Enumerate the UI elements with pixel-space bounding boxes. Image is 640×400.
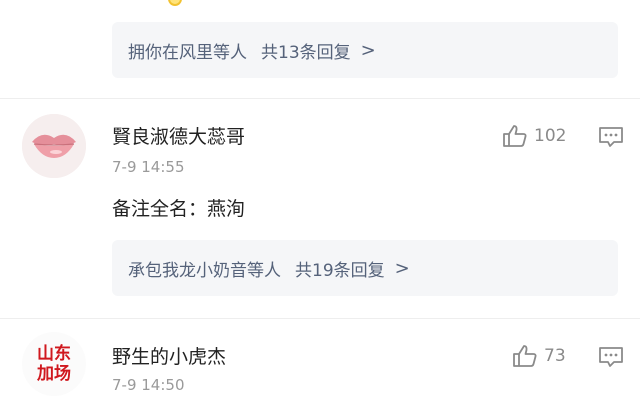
reply-users: 拥你在风里等人 [128,42,247,63]
thumbs-up-icon [503,125,527,147]
divider [0,98,640,99]
username[interactable]: 賢良淑德大蕊哥 [112,122,245,149]
divider [0,318,640,319]
reply-users: 承包我龙小奶音等人 [128,260,281,281]
username[interactable]: 野生的小虎杰 [112,342,226,369]
thumbs-up-icon [513,345,537,367]
chevron-right-icon: > [360,39,376,61]
smile-emoji-icon [168,0,182,6]
reply-summary-1[interactable]: 拥你在风里等人 共13条回复 > [112,22,618,78]
reply-summary-2[interactable]: 承包我龙小奶音等人 共19条回复 > [112,240,618,296]
partial-comment-text [112,0,182,6]
lips-avatar-icon [22,114,86,178]
avatar[interactable] [22,114,86,178]
like-count: 73 [544,346,566,366]
avatar[interactable]: 山东 加场 [22,332,86,396]
reply-count: 共13条回复 [261,42,351,63]
like-count: 102 [534,126,567,146]
avatar-text-line2: 加场 [37,364,71,384]
chevron-right-icon: > [394,257,410,279]
reply-count: 共19条回复 [295,260,385,281]
avatar-text-line1: 山东 [37,344,71,364]
timestamp: 7-9 14:50 [112,376,185,394]
like-button[interactable]: 102 [502,124,566,148]
comment-bubble-icon[interactable] [598,346,624,368]
comment-content: 备注全名：燕洵 [112,198,246,220]
like-button[interactable]: 73 [512,344,566,368]
timestamp: 7-9 14:55 [112,158,185,176]
comment-bubble-icon[interactable] [598,126,624,148]
